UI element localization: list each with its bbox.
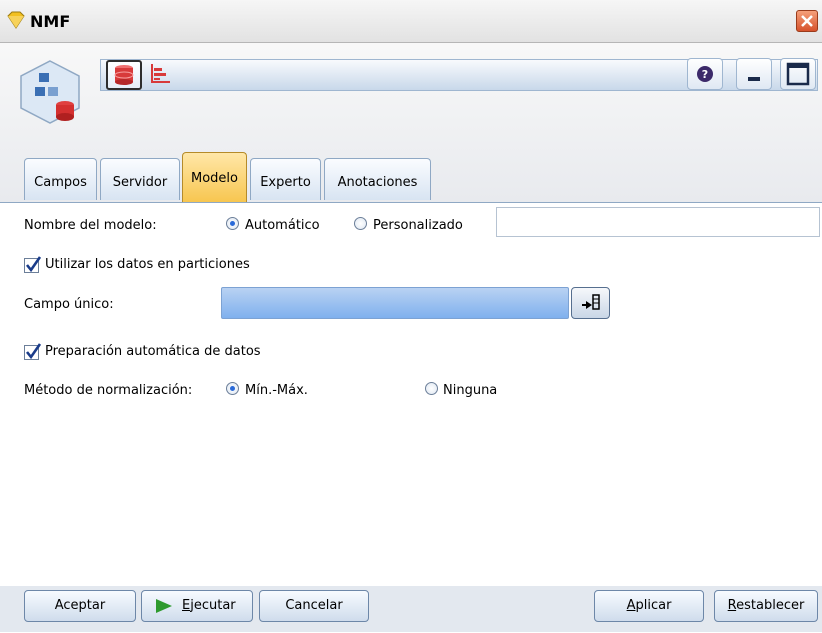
database-button[interactable] — [106, 60, 142, 90]
gem-icon — [7, 11, 25, 29]
model-name-custom-radio[interactable] — [354, 217, 367, 230]
play-icon — [156, 599, 172, 613]
model-name-auto-radio[interactable] — [226, 217, 239, 230]
unique-field-label: Campo único: — [24, 297, 114, 312]
chart-button[interactable] — [144, 60, 180, 90]
tab-bar: Campos Servidor Modelo Experto Anotacion… — [0, 150, 822, 202]
chart-icon — [151, 64, 170, 83]
auto-prep-label[interactable]: Preparación automática de datos — [45, 344, 261, 359]
maximize-button[interactable] — [780, 58, 816, 90]
window-title: NMF — [30, 12, 71, 31]
database-icon — [114, 65, 134, 85]
svg-text:?: ? — [702, 68, 708, 81]
maximize-icon — [786, 62, 810, 86]
close-button[interactable] — [796, 10, 818, 32]
tab-campos[interactable]: Campos — [24, 158, 97, 200]
reset-mnemonic: R — [727, 598, 737, 613]
use-partitions-label[interactable]: Utilizar los datos en particiones — [45, 257, 250, 272]
cancel-button[interactable]: Cancelar — [259, 590, 369, 622]
title-bar: NMF — [0, 0, 822, 43]
model-name-label: Nombre del modelo: — [24, 218, 157, 233]
close-icon — [801, 15, 813, 27]
tab-experto[interactable]: Experto — [250, 158, 321, 200]
normalization-none-radio[interactable] — [425, 382, 438, 395]
field-picker-button[interactable] — [571, 287, 610, 319]
tab-label: Servidor — [112, 175, 168, 190]
nmf-node-icon — [20, 60, 80, 124]
checkmark-icon — [25, 343, 42, 360]
normalization-minmax-radio[interactable] — [226, 382, 239, 395]
run-button[interactable]: Ejecutar — [141, 590, 253, 622]
model-name-input[interactable] — [496, 207, 820, 237]
accept-button[interactable]: Aceptar — [24, 590, 136, 622]
tab-label: Campos — [34, 175, 87, 190]
reset-button[interactable]: Restablecer — [714, 590, 818, 622]
model-panel: Nombre del modelo: Automático Personaliz… — [0, 202, 822, 633]
apply-button[interactable]: Aplicar — [594, 590, 704, 622]
minimize-icon — [748, 77, 760, 81]
unique-field-select[interactable] — [221, 287, 569, 319]
cancel-button-label: Cancelar — [285, 598, 343, 613]
tab-modelo[interactable]: Modelo — [182, 152, 247, 202]
checkmark-icon — [25, 256, 42, 273]
help-button[interactable]: ? — [687, 58, 723, 90]
tab-label: Anotaciones — [337, 175, 418, 190]
normalization-minmax-label[interactable]: Mín.-Máx. — [245, 383, 308, 398]
tab-label: Experto — [260, 175, 311, 190]
normalization-label: Método de normalización: — [24, 383, 193, 398]
accept-button-label: Aceptar — [54, 598, 106, 613]
tab-servidor[interactable]: Servidor — [100, 158, 180, 200]
minimize-button[interactable] — [736, 58, 772, 90]
tab-anotaciones[interactable]: Anotaciones — [324, 158, 431, 200]
model-name-auto-label[interactable]: Automático — [245, 218, 320, 233]
reset-label-rest: establecer — [736, 598, 805, 613]
field-picker-icon — [582, 294, 600, 310]
use-partitions-checkbox[interactable] — [24, 256, 42, 273]
apply-label-rest: plicar — [635, 598, 672, 613]
normalization-none-label[interactable]: Ninguna — [443, 383, 497, 398]
run-mnemonic: E — [182, 598, 191, 613]
run-button-label: Ejecutar — [182, 591, 236, 621]
help-icon: ? — [697, 66, 713, 82]
model-name-custom-label[interactable]: Personalizado — [373, 218, 463, 233]
tab-label: Modelo — [191, 171, 238, 186]
auto-prep-checkbox[interactable] — [24, 343, 42, 360]
run-label-rest: jecutar — [190, 598, 236, 613]
button-bar: Aceptar Ejecutar Cancelar Aplicar Restab… — [0, 586, 822, 632]
